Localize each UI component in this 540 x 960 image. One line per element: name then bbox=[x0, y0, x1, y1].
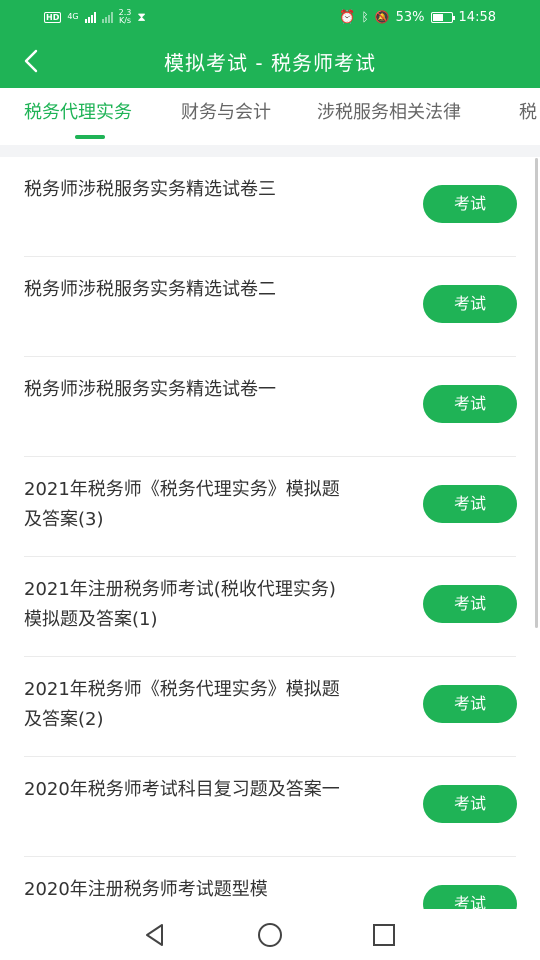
back-button[interactable] bbox=[14, 43, 50, 79]
start-exam-button[interactable]: 考试 bbox=[423, 185, 517, 223]
page-title: 模拟考试 - 税务师考试 bbox=[164, 50, 376, 75]
start-exam-button[interactable]: 考试 bbox=[423, 885, 517, 909]
start-exam-button[interactable]: 考试 bbox=[423, 685, 517, 723]
section-divider bbox=[0, 145, 540, 157]
exam-title: 2020年税务师考试科目复习题及答案一 bbox=[24, 779, 340, 800]
home-circle-icon[interactable] bbox=[256, 921, 284, 949]
scrollbar[interactable] bbox=[535, 158, 538, 628]
list-item[interactable]: 税务师涉税服务实务精选试卷一 考试 bbox=[0, 357, 540, 457]
list-item[interactable]: 税务师涉税服务实务精选试卷二 考试 bbox=[0, 257, 540, 357]
signal-icon-secondary bbox=[101, 11, 113, 23]
status-left: HD 4G 2.3 K/s ⧗ bbox=[44, 9, 146, 25]
bluetooth-icon: ᛒ bbox=[361, 10, 369, 24]
list-item[interactable]: 税务师涉税服务实务精选试卷三 考试 bbox=[0, 157, 540, 257]
start-exam-button[interactable]: 考试 bbox=[423, 385, 517, 423]
back-arrow-icon bbox=[24, 49, 38, 73]
clock: 14:58 bbox=[458, 9, 496, 25]
app-bar: 模拟考试 - 税务师考试 bbox=[0, 34, 540, 88]
list-item[interactable]: 2020年税务师考试科目复习题及答案一 考试 bbox=[0, 757, 540, 857]
list-item[interactable]: 2021年税务师《税务代理实务》模拟题及答案(2) 考试 bbox=[0, 657, 540, 757]
tab-bar: 税务代理实务 财务与会计 涉税服务相关法律 税 bbox=[0, 88, 540, 142]
exam-title: 2020年注册税务师考试题型模 bbox=[24, 879, 268, 900]
tab-more-partial[interactable]: 税 bbox=[519, 88, 537, 142]
exam-title: 2021年注册税务师考试(税收代理实务)模拟题及答案(1) bbox=[24, 579, 336, 630]
exam-title: 2021年税务师《税务代理实务》模拟题及答案(3) bbox=[24, 479, 340, 530]
mute-icon: 🔕 bbox=[374, 10, 390, 24]
hd-icon: HD bbox=[44, 11, 62, 23]
list-item[interactable]: 2021年税务师《税务代理实务》模拟题及答案(3) 考试 bbox=[0, 457, 540, 557]
network-label: 4G bbox=[67, 12, 79, 21]
start-exam-button[interactable]: 考试 bbox=[423, 585, 517, 623]
active-tab-indicator bbox=[75, 135, 105, 139]
list-item[interactable]: 2020年注册税务师考试题型模 考试 bbox=[0, 857, 540, 909]
battery-percent: 53% bbox=[395, 9, 425, 25]
exam-title: 2021年税务师《税务代理实务》模拟题及答案(2) bbox=[24, 679, 340, 730]
speed-unit: K/s bbox=[118, 16, 132, 25]
exam-list: 税务师涉税服务实务精选试卷三 考试 税务师涉税服务实务精选试卷二 考试 税务师涉… bbox=[0, 157, 540, 909]
status-bar: HD 4G 2.3 K/s ⧗ ⏰ ᛒ 🔕 53% 14:58 bbox=[0, 0, 540, 34]
exam-title: 税务师涉税服务实务精选试卷二 bbox=[24, 279, 276, 300]
system-nav-bar bbox=[0, 909, 540, 960]
tab-finance-accounting[interactable]: 财务与会计 bbox=[181, 88, 271, 142]
network-speed: 2.3 K/s bbox=[119, 9, 132, 25]
list-item[interactable]: 2021年注册税务师考试(税收代理实务)模拟题及答案(1) 考试 bbox=[0, 557, 540, 657]
signal-icon bbox=[84, 11, 96, 23]
status-right: ⏰ ᛒ 🔕 53% 14:58 bbox=[339, 10, 496, 25]
network-type: 4G bbox=[67, 13, 78, 21]
tab-tax-agency-practice[interactable]: 税务代理实务 bbox=[24, 88, 132, 142]
battery-fill bbox=[432, 13, 443, 21]
alarm-icon: ⏰ bbox=[339, 9, 356, 25]
start-exam-button[interactable]: 考试 bbox=[423, 485, 517, 523]
recents-square-icon[interactable] bbox=[370, 921, 398, 949]
tab-tax-related-law[interactable]: 涉税服务相关法律 bbox=[317, 88, 461, 142]
start-exam-button[interactable]: 考试 bbox=[423, 285, 517, 323]
exam-title: 税务师涉税服务实务精选试卷三 bbox=[24, 179, 276, 200]
hourglass-icon: ⧗ bbox=[137, 9, 146, 24]
start-exam-button[interactable]: 考试 bbox=[423, 785, 517, 823]
exam-title: 税务师涉税服务实务精选试卷一 bbox=[24, 379, 276, 400]
battery-icon bbox=[430, 11, 455, 23]
back-triangle-icon[interactable] bbox=[142, 921, 170, 949]
